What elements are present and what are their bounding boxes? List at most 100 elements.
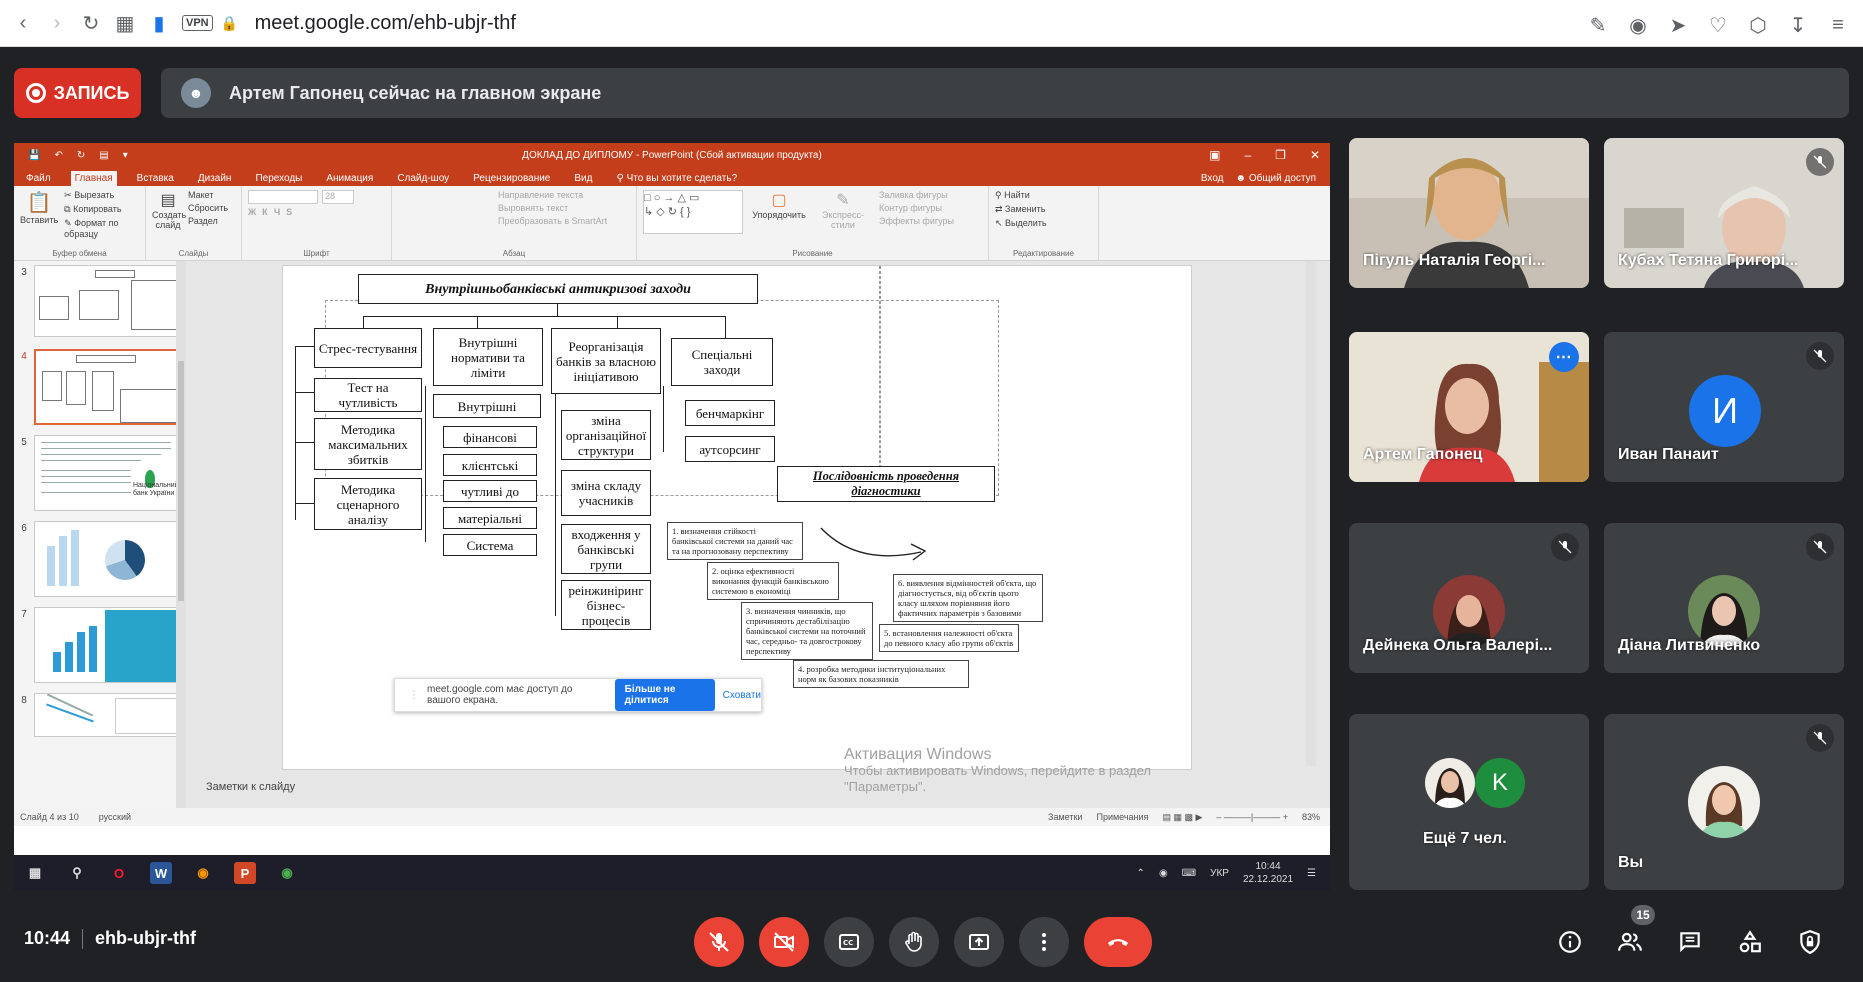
format-painter-button[interactable]: ✎ Формат по образцу: [64, 218, 139, 239]
vpn-badge[interactable]: VPN: [182, 15, 213, 31]
download-icon[interactable]: ↧: [1783, 8, 1813, 42]
font-size-input[interactable]: 28: [322, 190, 354, 204]
comments-toggle[interactable]: Примечания: [1096, 812, 1148, 823]
slide-thumbnail[interactable]: [34, 607, 184, 683]
present-screen-button[interactable]: [954, 917, 1004, 967]
host-controls-button[interactable]: [1793, 925, 1827, 959]
tab-design[interactable]: Дизайн: [194, 171, 236, 186]
tab-view[interactable]: Вид: [570, 171, 596, 186]
minimize-icon[interactable]: –: [1244, 148, 1251, 162]
lock-icon[interactable]: 🔒: [213, 6, 247, 40]
leave-call-button[interactable]: [1084, 917, 1152, 967]
shape-effects-button[interactable]: Эффекты фигуры: [879, 216, 954, 226]
tab-insert[interactable]: Вставка: [133, 171, 178, 186]
chat-button[interactable]: [1673, 925, 1707, 959]
camera-indicator-icon[interactable]: ▮: [142, 6, 176, 40]
font-name-input[interactable]: [248, 190, 318, 204]
find-button[interactable]: ⚲ Найти: [995, 190, 1092, 201]
sign-in-link[interactable]: Вход: [1201, 173, 1224, 184]
people-button[interactable]: [1613, 925, 1647, 959]
slide-thumbnail[interactable]: [34, 693, 184, 737]
arrange-button[interactable]: ▢ Упорядочить: [751, 190, 807, 234]
shapes-gallery[interactable]: □ ○ → △ ▭ ↳ ◇ ↻ { }: [643, 190, 743, 234]
camera-toggle-button[interactable]: [759, 917, 809, 967]
recording-indicator[interactable]: ЗАПИСЬ: [14, 68, 141, 118]
share-button[interactable]: ☻ Общий доступ: [1236, 173, 1317, 184]
mic-toggle-button[interactable]: [694, 917, 744, 967]
tab-file[interactable]: Файл: [22, 171, 55, 186]
notes-toggle[interactable]: Заметки: [1048, 812, 1082, 823]
address-bar[interactable]: meet.google.com/ehb-ubjr-thf: [255, 12, 516, 35]
zoom-level[interactable]: 83%: [1302, 812, 1320, 823]
keyboard-icon[interactable]: ⌨: [1182, 868, 1196, 879]
firefox-icon[interactable]: ◉: [192, 862, 214, 884]
drag-handle-icon[interactable]: ⋮: [409, 690, 419, 701]
tab-animations[interactable]: Анимация: [322, 171, 377, 186]
notifications-icon[interactable]: ☰: [1307, 868, 1316, 879]
new-slide-button[interactable]: ▤ Создать слайд: [152, 190, 186, 230]
view-buttons[interactable]: ▤ ▦ ▩ ▶: [1162, 812, 1202, 823]
more-options-button[interactable]: [1019, 917, 1069, 967]
back-icon[interactable]: ‹: [6, 6, 40, 40]
shape-fill-button[interactable]: Заливка фигуры: [879, 190, 954, 200]
captions-button[interactable]: CC: [824, 917, 874, 967]
ribbon-display-icon[interactable]: ▣: [1209, 148, 1220, 162]
align-text-button[interactable]: Выровнять текст: [498, 203, 630, 213]
select-button[interactable]: ↖ Выделить: [995, 218, 1092, 229]
thumbnail-row[interactable]: 8: [14, 693, 186, 737]
slide-scrollbar[interactable]: [1306, 261, 1316, 766]
close-icon[interactable]: ✕: [1310, 148, 1320, 162]
activities-button[interactable]: [1733, 925, 1767, 959]
menu-icon[interactable]: ≡: [1823, 8, 1853, 42]
input-language[interactable]: УКР: [1210, 868, 1229, 879]
participant-tile-others[interactable]: K Ещё 7 чел.: [1349, 714, 1589, 890]
forward-icon[interactable]: ›: [40, 6, 74, 40]
thumbnail-row[interactable]: 7: [14, 607, 186, 683]
language-indicator[interactable]: русский: [99, 812, 131, 822]
more-options-icon[interactable]: ⋯: [1549, 342, 1579, 372]
font-format-buttons[interactable]: ЖКЧS: [248, 207, 385, 217]
camera-icon[interactable]: ◉: [1623, 8, 1653, 42]
participant-tile[interactable]: Дейнека Ольга Валері...: [1349, 523, 1589, 673]
powerpoint-icon[interactable]: P: [234, 862, 256, 884]
shape-outline-button[interactable]: Контур фигуры: [879, 203, 954, 213]
cut-button[interactable]: ✂ Вырезать: [64, 190, 139, 201]
system-clock[interactable]: 10:44 22.12.2021: [1243, 860, 1293, 886]
stop-sharing-button[interactable]: Більше не ділитися: [614, 679, 715, 711]
chrome-icon[interactable]: ◉: [276, 862, 298, 884]
participant-tile[interactable]: Кубах Тетяна Григорі...: [1604, 138, 1844, 288]
thumbnail-row[interactable]: 4: [14, 349, 186, 425]
participant-tile[interactable]: И Иван Панаит: [1604, 332, 1844, 482]
send-icon[interactable]: ➤: [1663, 8, 1693, 42]
cube-icon[interactable]: ⬡: [1743, 8, 1773, 42]
paste-button[interactable]: 📋 Вставить: [20, 190, 58, 239]
replace-button[interactable]: ⇄ Заменить: [995, 204, 1092, 215]
meeting-details-button[interactable]: [1553, 925, 1587, 959]
smartart-button[interactable]: Преобразовать в SmartArt: [498, 216, 630, 226]
windows-start-icon[interactable]: ▦: [24, 862, 46, 884]
slide-thumbnail-active[interactable]: [34, 349, 184, 425]
search-icon[interactable]: ⚲: [66, 862, 88, 884]
slide-thumbnail[interactable]: [34, 265, 184, 337]
participant-tile[interactable]: Пігуль Наталія Георгі...: [1349, 138, 1589, 288]
network-icon[interactable]: ◉: [1159, 868, 1168, 879]
participant-tile-active[interactable]: ⋯ Артем Гапонец: [1349, 332, 1589, 482]
heart-icon[interactable]: ♡: [1703, 8, 1733, 42]
speed-dial-icon[interactable]: ▦: [108, 6, 142, 40]
tab-slideshow[interactable]: Слайд-шоу: [393, 171, 453, 186]
tell-me-box[interactable]: ⚲ Что вы хотите сделать?: [612, 171, 741, 186]
reset-button[interactable]: Сбросить: [188, 203, 228, 213]
slide-thumbnail[interactable]: [34, 521, 184, 597]
participant-tile[interactable]: Діана Литвиненко: [1604, 523, 1844, 673]
thumbnail-row[interactable]: 5 Національний банк України: [14, 435, 186, 511]
snapshot-icon[interactable]: ✎: [1583, 8, 1613, 42]
tab-home[interactable]: Главная: [70, 171, 117, 186]
restore-icon[interactable]: ❐: [1275, 148, 1286, 162]
tab-review[interactable]: Рецензирование: [469, 171, 554, 186]
slide-thumbnail[interactable]: Національний банк України: [34, 435, 184, 511]
copy-button[interactable]: ⧉ Копировать: [64, 204, 139, 215]
quick-styles-button[interactable]: ✎ Экспресс-стили: [815, 190, 871, 234]
opera-icon[interactable]: O: [108, 862, 130, 884]
section-button[interactable]: Раздел: [188, 216, 228, 226]
raise-hand-button[interactable]: [889, 917, 939, 967]
